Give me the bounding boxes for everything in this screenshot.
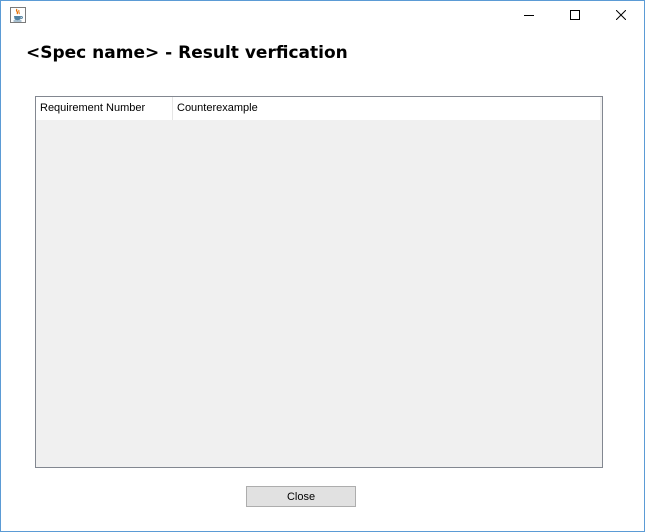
column-header-counterexample[interactable]: Counterexample xyxy=(173,97,600,120)
java-coffee-cup-icon xyxy=(10,7,26,23)
close-icon xyxy=(615,7,627,25)
table-body[interactable] xyxy=(36,120,602,467)
maximize-button[interactable] xyxy=(552,1,598,31)
app-window: <Spec name> - Result verfication Require… xyxy=(0,0,645,532)
minimize-button[interactable] xyxy=(506,1,552,31)
dialog-content: <Spec name> - Result verfication Require… xyxy=(1,31,644,531)
window-close-button[interactable] xyxy=(598,1,644,31)
table-header: Requirement Number Counterexample xyxy=(36,97,600,120)
title-bar[interactable] xyxy=(1,1,644,31)
column-header-requirement-number[interactable]: Requirement Number xyxy=(36,97,173,120)
results-table[interactable]: Requirement Number Counterexample xyxy=(35,96,603,468)
page-title: <Spec name> - Result verfication xyxy=(26,43,348,63)
minimize-icon xyxy=(524,7,534,25)
maximize-icon xyxy=(570,7,580,25)
close-button[interactable]: Close xyxy=(246,486,356,507)
